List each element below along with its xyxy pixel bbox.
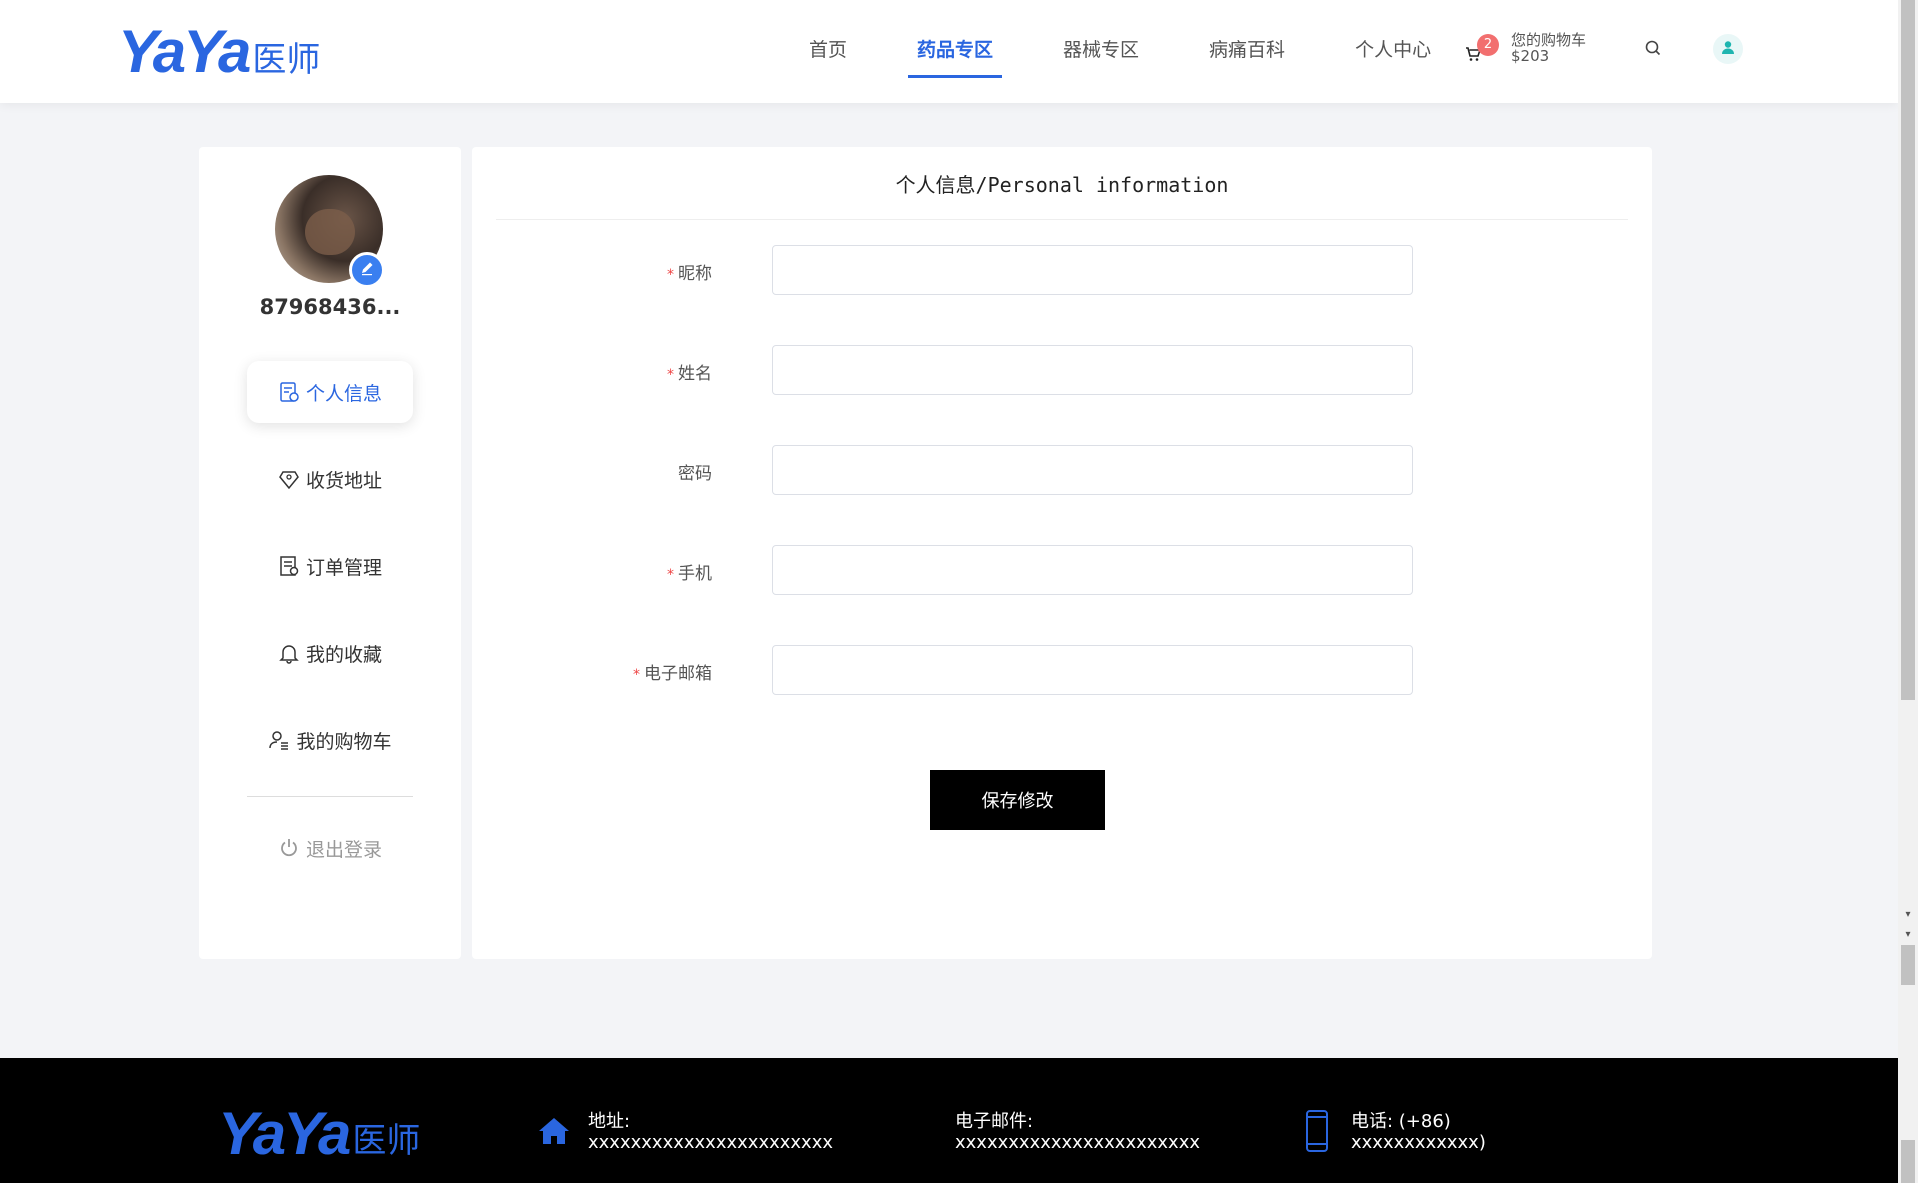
- personal-info-panel: 个人信息/Personal information * 昵称 * 姓名 密码 * 手机…: [472, 147, 1652, 959]
- home-icon: [536, 1111, 572, 1151]
- title-divider: [496, 219, 1628, 220]
- brand-logo[interactable]: YaYa 医师: [118, 22, 320, 82]
- sidebar-item-label: 个人信息: [305, 382, 382, 405]
- nav-personal-center[interactable]: 个人中心: [1346, 0, 1440, 100]
- logout-button[interactable]: 退出登录: [247, 817, 413, 879]
- phone-icon: [1299, 1110, 1335, 1152]
- sidebar-item-label: 我的收藏: [305, 643, 382, 666]
- scroll-thumb-secondary[interactable]: [1901, 945, 1915, 985]
- sidebar-item-personal-info[interactable]: 个人信息: [247, 361, 413, 423]
- password-label: 密码: [678, 464, 712, 484]
- sidebar-menu: 个人信息 收货地址 订单管理 我的收藏 我的购物车 退出登录: [199, 361, 461, 904]
- nickname-field[interactable]: [772, 245, 1413, 295]
- footer-logo-latin: YaYa: [218, 1100, 351, 1167]
- user-list-icon: [268, 729, 290, 751]
- form-row-name: * 姓名: [472, 345, 1652, 395]
- required-mark: *: [667, 267, 674, 283]
- logo-latin: YaYa: [118, 18, 251, 85]
- nav-medicine[interactable]: 药品专区: [908, 0, 1003, 100]
- user-account-button[interactable]: [1713, 34, 1743, 64]
- form-row-phone: * 手机: [472, 545, 1652, 595]
- order-list-icon: [278, 555, 300, 577]
- cart-count-badge: 2: [1477, 34, 1499, 56]
- nav-encyclopedia[interactable]: 病痛百科: [1200, 0, 1294, 100]
- required-mark: *: [633, 667, 640, 683]
- site-footer: YaYa 医师 地址: xxxxxxxxxxxxxxxxxxxxxxx 电子邮件…: [0, 1058, 1898, 1183]
- logo-cn: 医师: [252, 40, 321, 80]
- page-scrollbar[interactable]: ▾ ▾: [1898, 0, 1918, 1183]
- cart-label: 您的购物车: [1511, 31, 1587, 49]
- required-mark: *: [667, 567, 674, 583]
- email-label: * 电子邮箱: [633, 664, 712, 684]
- footer-logo[interactable]: YaYa 医师: [218, 1100, 421, 1167]
- profile-doc-icon: [278, 381, 300, 403]
- edit-avatar-button[interactable]: [349, 252, 385, 288]
- sidebar-item-label: 订单管理: [305, 556, 382, 579]
- footer-phone: 电话: (+86) xxxxxxxxxxxx): [1306, 1110, 1486, 1153]
- username: 87968436...: [259, 295, 401, 319]
- page-title: 个人信息/Personal information: [895, 173, 1229, 197]
- sidebar-item-cart[interactable]: 我的购物车: [247, 709, 413, 771]
- save-button[interactable]: 保存修改: [930, 770, 1105, 830]
- phone-label: * 手机: [667, 564, 712, 584]
- diamond-location-icon: [278, 468, 300, 490]
- pencil-icon: [359, 260, 375, 280]
- form-row-nickname: * 昵称: [472, 245, 1652, 295]
- sidebar-item-favorites[interactable]: 我的收藏: [247, 622, 413, 684]
- cart-widget[interactable]: 2 您的购物车 $203: [1465, 30, 1605, 74]
- required-mark: *: [667, 367, 674, 383]
- scroll-thumb[interactable]: [1901, 0, 1915, 700]
- email-field[interactable]: [772, 645, 1413, 695]
- scroll-thumb-bottom[interactable]: [1901, 1140, 1915, 1183]
- sidebar-item-orders[interactable]: 订单管理: [247, 535, 413, 597]
- phone-label: 电话: (+86): [1351, 1111, 1451, 1132]
- address-label: 地址:: [588, 1111, 631, 1132]
- form-row-email: * 电子邮箱: [472, 645, 1652, 695]
- power-icon: [278, 837, 300, 859]
- name-field[interactable]: [772, 345, 1413, 395]
- search-icon[interactable]: [1644, 39, 1662, 57]
- top-header: YaYa 医师 首页 药品专区 器械专区 病痛百科 个人中心 2 您的购物车 $…: [0, 0, 1898, 103]
- sidebar-item-label: 收货地址: [305, 469, 382, 492]
- form-row-password: 密码: [472, 445, 1652, 495]
- phone-field[interactable]: [772, 545, 1413, 595]
- email-label: 电子邮件:: [955, 1111, 1034, 1132]
- nickname-label: * 昵称: [667, 264, 712, 284]
- footer-address: 地址: xxxxxxxxxxxxxxxxxxxxxxx: [539, 1111, 834, 1153]
- scroll-down-arrow-icon[interactable]: ▾: [1903, 910, 1913, 920]
- main-nav: 首页 药品专区 器械专区 病痛百科 个人中心: [800, 0, 1492, 100]
- address-value: xxxxxxxxxxxxxxxxxxxxxxx: [588, 1132, 834, 1153]
- phone-value: xxxxxxxxxxxx): [1351, 1132, 1486, 1153]
- email-value: xxxxxxxxxxxxxxxxxxxxxxx: [955, 1132, 1201, 1153]
- user-icon: [1720, 39, 1736, 59]
- footer-logo-cn: 医师: [352, 1121, 421, 1161]
- cart-text: 您的购物车 $203: [1511, 32, 1586, 64]
- sidebar-item-label: 我的购物车: [296, 730, 392, 753]
- password-field[interactable]: [772, 445, 1413, 495]
- sidebar-item-address[interactable]: 收货地址: [247, 448, 413, 510]
- menu-divider: [247, 796, 413, 797]
- profile-sidebar: 87968436... 个人信息 收货地址 订单管理 我的收藏 我的购物车 退出…: [199, 147, 461, 959]
- scroll-down-arrow-icon[interactable]: ▾: [1903, 930, 1913, 940]
- nav-home[interactable]: 首页: [800, 0, 856, 100]
- cart-amount: $203: [1511, 47, 1550, 65]
- footer-email: 电子邮件: xxxxxxxxxxxxxxxxxxxxxxx: [955, 1111, 1200, 1153]
- bell-icon: [278, 642, 300, 664]
- name-label: * 姓名: [667, 364, 712, 384]
- logout-label: 退出登录: [305, 838, 382, 861]
- nav-devices[interactable]: 器械专区: [1054, 0, 1148, 100]
